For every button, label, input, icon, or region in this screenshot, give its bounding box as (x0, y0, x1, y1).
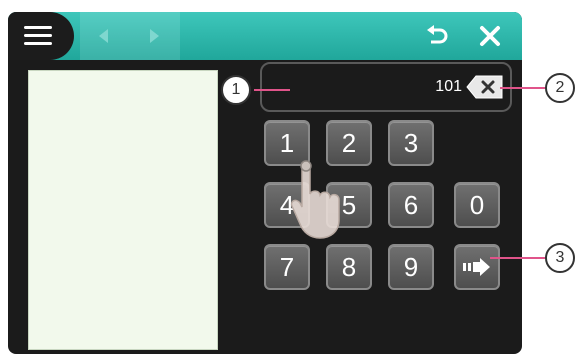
undo-icon[interactable] (424, 24, 450, 48)
callout-3-line (490, 257, 546, 259)
key-3[interactable]: 3 (388, 120, 434, 166)
menu-button[interactable] (8, 12, 74, 60)
arrow-right-icon[interactable] (144, 26, 164, 46)
key-0[interactable]: 0 (454, 182, 500, 228)
top-bar (8, 12, 522, 60)
entered-value: 101 (435, 78, 462, 95)
hamburger-menu-icon (24, 26, 52, 46)
enter-arrow-icon (463, 258, 490, 276)
callout-2-line (500, 87, 546, 89)
key-6[interactable]: 6 (388, 182, 434, 228)
pattern-preview-panel (28, 70, 218, 350)
device-screen: 101 1 2 3 4 5 6 0 7 8 9 (8, 12, 522, 354)
backspace-icon[interactable] (466, 75, 504, 99)
arrow-left-icon[interactable] (94, 26, 114, 46)
callout-2: 2 (545, 73, 575, 103)
key-9[interactable]: 9 (388, 244, 434, 290)
key-7[interactable]: 7 (264, 244, 310, 290)
key-8[interactable]: 8 (326, 244, 372, 290)
callout-1-line (254, 89, 290, 91)
callout-1: 1 (221, 75, 251, 105)
callout-3: 3 (545, 243, 575, 273)
tapping-hand-icon (290, 160, 340, 239)
close-icon[interactable] (478, 24, 502, 48)
enter-key[interactable] (454, 244, 500, 290)
number-display: 101 (260, 62, 512, 112)
